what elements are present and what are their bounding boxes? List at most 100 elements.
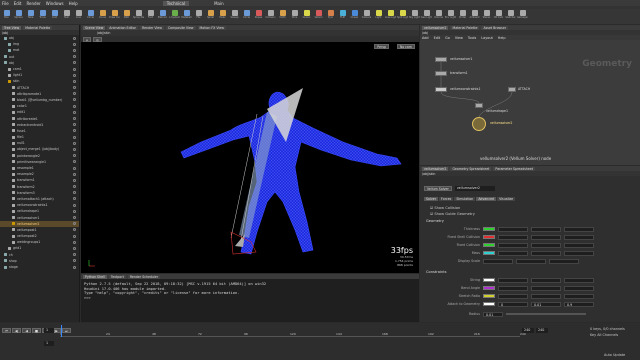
visibility-icon[interactable]: [73, 73, 76, 77]
shelf-tool[interactable]: Metaball: [181, 10, 192, 22]
visibility-icon[interactable]: [73, 234, 76, 238]
shelf-tool[interactable]: Sphere: [14, 10, 23, 22]
visibility-icon[interactable]: [73, 110, 76, 114]
tab[interactable]: Advanced: [476, 197, 497, 201]
auto-update-toggle[interactable]: Auto Update: [604, 353, 625, 357]
tab[interactable]: Tree View: [2, 25, 22, 30]
end-frame-field[interactable]: 240: [522, 328, 534, 333]
parm-field[interactable]: [564, 234, 594, 240]
parm-field[interactable]: [483, 258, 513, 264]
shelf-tool[interactable]: Light: [374, 10, 383, 22]
shelf-tool[interactable]: Draw Curve: [109, 10, 120, 22]
tab[interactable]: Parameter Spreadsheet: [493, 166, 536, 171]
shelf-tool[interactable]: Helix: [218, 10, 227, 22]
parm-field[interactable]: [531, 293, 561, 299]
visibility-icon[interactable]: [73, 123, 76, 127]
parm-field[interactable]: 0.01: [531, 301, 561, 307]
parm-field[interactable]: [549, 258, 579, 264]
camera-icon[interactable]: ◎: [93, 36, 102, 42]
shelf-tool[interactable]: Portal: [458, 10, 467, 22]
shelf-tool[interactable]: FLIP: [338, 10, 347, 22]
menu-help[interactable]: Help: [69, 1, 78, 6]
parm-field[interactable]: [564, 250, 594, 256]
visibility-icon[interactable]: [73, 42, 76, 46]
parm-field[interactable]: [498, 277, 528, 283]
tab[interactable]: Scene View: [83, 25, 106, 30]
parm-field[interactable]: [564, 226, 594, 232]
visibility-icon[interactable]: [73, 160, 76, 164]
color-swatch[interactable]: [483, 227, 495, 231]
shelf-tool[interactable]: Gamepad: [517, 10, 528, 22]
tab[interactable]: Forces: [439, 197, 454, 201]
visibility-icon[interactable]: [73, 259, 76, 263]
tab[interactable]: vellumsolver2: [422, 166, 449, 171]
parm-field[interactable]: 0.9: [564, 301, 594, 307]
visibility-icon[interactable]: [73, 228, 76, 232]
shelf-tool[interactable]: Ropes: [254, 10, 263, 22]
visibility-icon[interactable]: [73, 86, 76, 90]
stop-icon[interactable]: ■: [31, 328, 41, 333]
shelf-tool[interactable]: File: [194, 10, 203, 22]
tab[interactable]: Motion FX View: [197, 25, 226, 30]
shelf-tool[interactable]: Sweep: [230, 10, 239, 22]
visibility-icon[interactable]: [73, 191, 76, 195]
visibility-icon[interactable]: [73, 253, 76, 257]
check-show-collision[interactable]: ☑ Show Collision: [430, 206, 460, 210]
visibility-icon[interactable]: [73, 98, 76, 102]
jump-start-icon[interactable]: ⏮: [2, 328, 11, 333]
shelf-tool[interactable]: Line: [74, 10, 83, 22]
shelf-tool[interactable]: Switcher: [505, 10, 516, 22]
visibility-icon[interactable]: [73, 129, 76, 133]
shelf-tool[interactable]: Circle: [242, 10, 251, 22]
parm-field[interactable]: [531, 250, 561, 256]
visibility-icon[interactable]: [73, 203, 76, 207]
visibility-icon[interactable]: [73, 61, 76, 65]
radius-field[interactable]: 0.01: [483, 311, 503, 317]
color-swatch[interactable]: [483, 286, 495, 290]
tab[interactable]: Render View: [140, 25, 164, 30]
visibility-icon[interactable]: [73, 135, 76, 139]
visibility-icon[interactable]: [73, 172, 76, 176]
start-frame-field[interactable]: 1: [44, 341, 54, 346]
build-selector[interactable]: Main: [214, 1, 224, 6]
shelf-tool[interactable]: Font: [146, 10, 155, 22]
parm-field[interactable]: [564, 277, 594, 283]
shelf-tool[interactable]: Tube: [26, 10, 35, 22]
tab[interactable]: Composite View: [165, 25, 196, 30]
visibility-icon[interactable]: [73, 240, 76, 244]
shelf-tool[interactable]: Curve: [98, 10, 107, 22]
node-name-field[interactable]: vellumsolver2: [454, 186, 495, 191]
visibility-icon[interactable]: [73, 117, 76, 121]
color-swatch[interactable]: [483, 278, 495, 282]
shelf-tool[interactable]: L-System: [169, 10, 180, 22]
parm-field[interactable]: [498, 293, 528, 299]
visibility-icon[interactable]: [73, 178, 76, 182]
tab[interactable]: Solver: [424, 197, 439, 201]
tab[interactable]: Render Scheduler: [127, 274, 161, 279]
shelf-tool[interactable]: Spot Light: [397, 10, 408, 22]
play-reverse-icon[interactable]: ◀: [22, 328, 31, 333]
viewport[interactable]: Persp No cam 33fps 30.57ms 1,754 prims 8…: [81, 42, 419, 273]
desktop-selector[interactable]: Technical: [162, 0, 190, 6]
visibility-icon[interactable]: [73, 185, 76, 189]
visibility-icon[interactable]: [73, 48, 76, 52]
parm-field[interactable]: [498, 250, 528, 256]
parm-field[interactable]: [564, 242, 594, 248]
parm-field[interactable]: [531, 226, 561, 232]
menu-edit[interactable]: Edit: [14, 1, 22, 6]
step-back-icon[interactable]: ◀|: [11, 328, 22, 333]
shelf-tool[interactable]: Spiral: [206, 10, 215, 22]
visibility-icon[interactable]: [73, 36, 76, 40]
shelf-tool[interactable]: Circle: [86, 10, 95, 22]
menu-render[interactable]: Render: [26, 1, 40, 6]
shelf-tool[interactable]: Ambient: [469, 10, 480, 22]
check-show-guide[interactable]: ☑ Show Guide Geometry: [430, 212, 475, 216]
shelf-tool[interactable]: Grains: [302, 10, 311, 22]
tab[interactable]: Material Palette: [23, 25, 53, 30]
parm-path[interactable]: /obj/skin: [422, 172, 435, 176]
python-console[interactable]: Python 2.7.5 (default, Sep 22 2018, 09:1…: [81, 279, 419, 303]
shelf-tool[interactable]: Camera: [362, 10, 371, 22]
parm-field[interactable]: [498, 234, 528, 240]
parm-field[interactable]: [498, 242, 528, 248]
visibility-icon[interactable]: [73, 197, 76, 201]
